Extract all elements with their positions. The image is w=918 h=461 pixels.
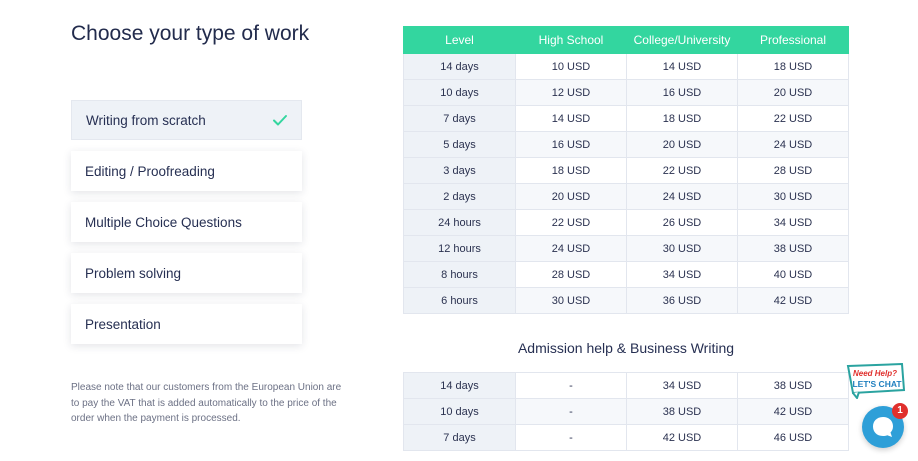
deadline-cell: 2 days xyxy=(403,183,516,210)
vat-note: Please note that our customers from the … xyxy=(71,382,342,424)
admission-price-table: 14 days - 34 USD 38 USD 10 days - 38 USD… xyxy=(403,372,849,451)
deadline-cell: 6 hours xyxy=(403,287,516,314)
price-cell: 24 USD xyxy=(626,183,738,210)
check-icon xyxy=(273,115,287,126)
price-cell: 16 USD xyxy=(515,131,627,158)
price-cell: 26 USD xyxy=(626,209,738,236)
table-header-row: Level High School College/University Pro… xyxy=(403,26,849,54)
price-cell: 24 USD xyxy=(737,131,849,158)
price-cell: - xyxy=(515,398,627,425)
price-cell: 46 USD xyxy=(737,424,849,451)
price-cell: 34 USD xyxy=(737,209,849,236)
price-table: Level High School College/University Pro… xyxy=(403,26,849,314)
badge-line1: Need Help? xyxy=(853,369,897,378)
table-row: 8 hours 28 USD 34 USD 40 USD xyxy=(403,261,849,288)
price-cell: - xyxy=(515,424,627,451)
price-cell: 16 USD xyxy=(626,79,738,106)
deadline-cell: 24 hours xyxy=(403,209,516,236)
price-cell: 38 USD xyxy=(737,235,849,262)
deadline-cell: 14 days xyxy=(403,372,516,399)
deadline-cell: 7 days xyxy=(403,105,516,132)
price-cell: 22 USD xyxy=(626,157,738,184)
section-title: Admission help & Business Writing xyxy=(517,340,735,356)
deadline-cell: 3 days xyxy=(403,157,516,184)
table-row: 2 days 20 USD 24 USD 30 USD xyxy=(403,183,849,210)
table-row: 3 days 18 USD 22 USD 28 USD xyxy=(403,157,849,184)
price-cell: 22 USD xyxy=(515,209,627,236)
work-type-option[interactable]: Problem solving xyxy=(71,253,302,293)
price-cell: 18 USD xyxy=(737,53,849,80)
table-row: 12 hours 24 USD 30 USD 38 USD xyxy=(403,235,849,262)
price-cell: 34 USD xyxy=(626,261,738,288)
table-row: 10 days 12 USD 16 USD 20 USD xyxy=(403,79,849,106)
price-cell: 38 USD xyxy=(737,372,849,399)
price-cell: 40 USD xyxy=(737,261,849,288)
deadline-cell: 12 hours xyxy=(403,235,516,262)
price-cell: 28 USD xyxy=(515,261,627,288)
unread-count-badge: 1 xyxy=(892,403,908,419)
deadline-cell: 10 days xyxy=(403,398,516,425)
price-cell: 20 USD xyxy=(626,131,738,158)
deadline-cell: 10 days xyxy=(403,79,516,106)
table-row: 5 days 16 USD 20 USD 24 USD xyxy=(403,131,849,158)
table-row: 14 days 10 USD 14 USD 18 USD xyxy=(403,53,849,80)
badge-line2: LET'S CHAT xyxy=(852,379,902,389)
work-type-label: Presentation xyxy=(85,316,161,332)
price-cell: 42 USD xyxy=(626,424,738,451)
page-title: Choose your type of work xyxy=(71,22,310,45)
price-cell: 42 USD xyxy=(737,287,849,314)
work-type-option[interactable]: Multiple Choice Questions xyxy=(71,202,302,242)
price-cell: 34 USD xyxy=(626,372,738,399)
deadline-cell: 8 hours xyxy=(403,261,516,288)
price-cell: 24 USD xyxy=(515,235,627,262)
work-type-list: Writing from scratch Editing / Proofread… xyxy=(71,100,302,355)
column-header: Level xyxy=(403,26,516,54)
price-cell: 22 USD xyxy=(737,105,849,132)
price-cell: 38 USD xyxy=(626,398,738,425)
work-type-label: Problem solving xyxy=(85,265,182,281)
column-header: College/University xyxy=(626,26,738,54)
price-cell: 28 USD xyxy=(737,157,849,184)
deadline-cell: 14 days xyxy=(403,53,516,80)
price-cell: 20 USD xyxy=(515,183,627,210)
need-help-badge-icon[interactable]: Need Help? LET'S CHAT xyxy=(845,363,907,399)
column-header: High School xyxy=(515,26,627,54)
price-cell: - xyxy=(515,372,627,399)
deadline-cell: 7 days xyxy=(403,424,516,451)
table-row: 14 days - 34 USD 38 USD xyxy=(403,372,849,399)
table-row: 7 days - 42 USD 46 USD xyxy=(403,424,849,451)
work-type-option[interactable]: Writing from scratch xyxy=(71,100,302,140)
table-row: 6 hours 30 USD 36 USD 42 USD xyxy=(403,287,849,314)
table-row: 10 days - 38 USD 42 USD xyxy=(403,398,849,425)
price-cell: 12 USD xyxy=(515,79,627,106)
deadline-cell: 5 days xyxy=(403,131,516,158)
work-type-label: Writing from scratch xyxy=(86,112,206,128)
price-cell: 30 USD xyxy=(626,235,738,262)
table-row: 24 hours 22 USD 26 USD 34 USD xyxy=(403,209,849,236)
price-cell: 10 USD xyxy=(515,53,627,80)
price-cell: 30 USD xyxy=(515,287,627,314)
price-cell: 18 USD xyxy=(515,157,627,184)
price-cell: 36 USD xyxy=(626,287,738,314)
work-type-option[interactable]: Presentation xyxy=(71,304,302,344)
price-cell: 18 USD xyxy=(626,105,738,132)
work-type-option[interactable]: Editing / Proofreading xyxy=(71,151,302,191)
price-cell: 20 USD xyxy=(737,79,849,106)
work-type-label: Multiple Choice Questions xyxy=(85,214,242,230)
price-cell: 14 USD xyxy=(626,53,738,80)
price-cell: 42 USD xyxy=(737,398,849,425)
price-cell: 14 USD xyxy=(515,105,627,132)
table-row: 7 days 14 USD 18 USD 22 USD xyxy=(403,105,849,132)
column-header: Professional xyxy=(737,26,849,54)
price-cell: 30 USD xyxy=(737,183,849,210)
work-type-label: Editing / Proofreading xyxy=(85,163,215,179)
